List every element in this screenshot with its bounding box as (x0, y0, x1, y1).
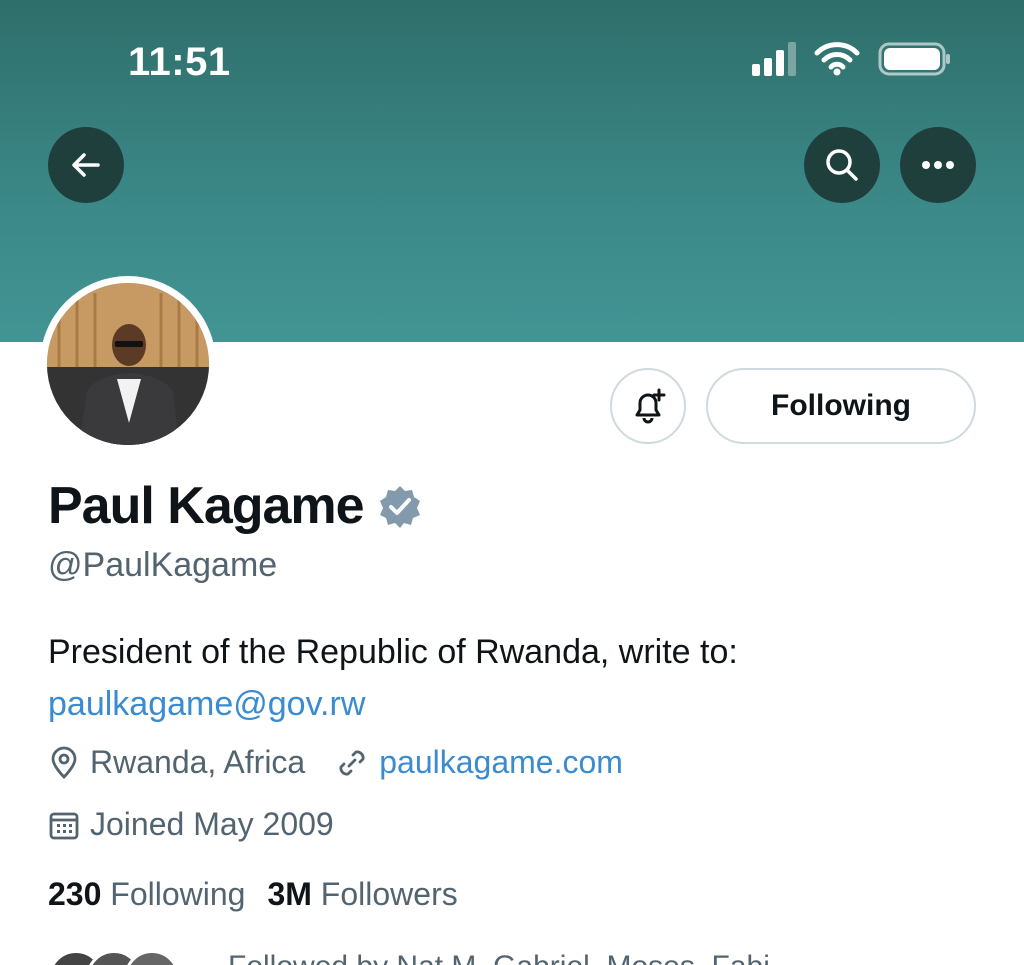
location: Rwanda, Africa (48, 744, 305, 781)
wifi-icon (814, 42, 860, 76)
search-icon (826, 149, 858, 181)
follow-stats: 230 Following 3M Followers (48, 876, 458, 913)
following-stat[interactable]: 230 Following (48, 876, 245, 913)
profile-bio: President of the Republic of Rwanda, wri… (48, 626, 738, 730)
search-button[interactable] (804, 127, 880, 203)
status-time: 11:51 (128, 40, 231, 84)
followers-count: 3M (267, 876, 312, 912)
link-icon (339, 750, 365, 775)
avatar-image (47, 283, 209, 445)
cellular-signal-icon (752, 42, 796, 76)
followed-by-text: Followed by Nat M, Gabriel, Moses, Fabi.… (228, 950, 795, 965)
location-pin-icon (51, 746, 77, 779)
more-options-button[interactable] (900, 127, 976, 203)
status-icons (752, 42, 952, 76)
joined-text: Joined May 2009 (90, 806, 334, 842)
notifications-button[interactable] (610, 368, 686, 444)
following-button[interactable]: Following (706, 368, 976, 444)
calendar-icon (49, 812, 79, 839)
profile-meta-row: Rwanda, Africa paulkagame.com (48, 744, 653, 781)
profile-name: Paul Kagame (48, 477, 365, 535)
following-count: 230 (48, 876, 102, 912)
bio-text: President of the Republic of Rwanda, wri… (48, 633, 738, 671)
website[interactable]: paulkagame.com (335, 744, 623, 781)
profile-handle: @PaulKagame (48, 546, 278, 584)
followed-by-row[interactable]: Followed by Nat M, Gabriel, Moses, Fabi.… (48, 950, 795, 965)
website-link[interactable]: paulkagame.com (379, 744, 623, 781)
arrow-left-icon (72, 153, 100, 177)
mini-avatar (124, 950, 180, 965)
followed-by-avatars (48, 950, 180, 965)
bio-email-link[interactable]: paulkagame@gov.rw (48, 678, 738, 730)
avatar[interactable] (40, 276, 216, 452)
following-label: Following (110, 876, 246, 912)
back-button[interactable] (48, 127, 124, 203)
followers-stat[interactable]: 3M Followers (267, 876, 457, 913)
more-horizontal-icon (922, 161, 954, 169)
verified-badge-icon (379, 486, 420, 528)
joined-date: Joined May 2009 (48, 806, 334, 843)
battery-icon (878, 42, 950, 76)
bell-plus-icon (635, 388, 666, 424)
name-row: Paul Kagame (48, 476, 422, 536)
joined-row: Joined May 2009 (48, 806, 364, 843)
location-text: Rwanda, Africa (90, 744, 306, 780)
followers-label: Followers (320, 876, 458, 912)
